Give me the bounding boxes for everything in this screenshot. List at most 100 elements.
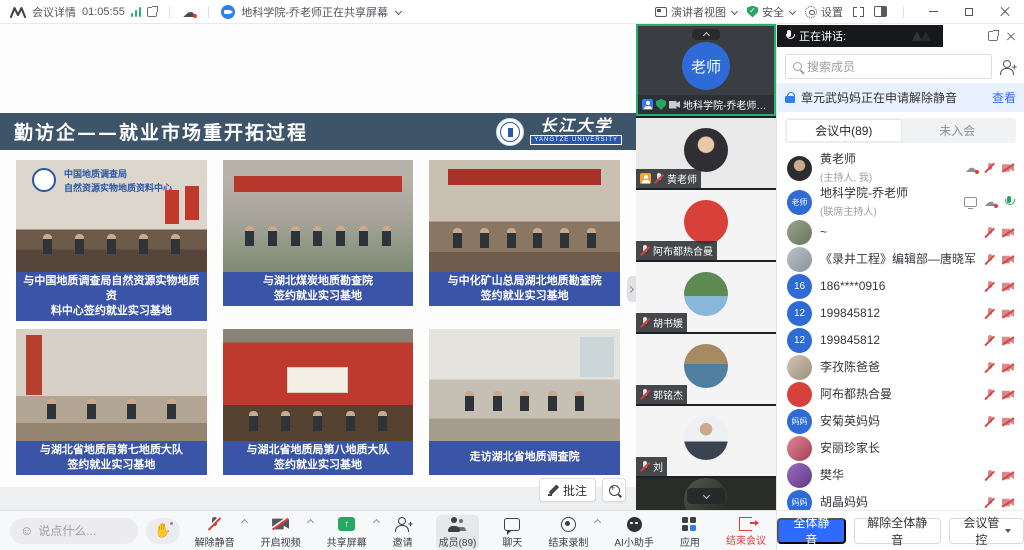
apps-icon [682, 517, 697, 532]
close-panel-icon[interactable] [1007, 32, 1016, 41]
end-meeting-button[interactable]: 结束会议 [726, 514, 766, 547]
chevron-up-icon[interactable] [594, 518, 601, 525]
member-row[interactable]: 黄老师(主持人, 我) ☁ [787, 151, 1014, 185]
mute-all-button[interactable]: 全体静音 [777, 518, 846, 544]
video-tile[interactable]: 胡书媛 [636, 262, 776, 332]
chat-button[interactable]: 聊天 [499, 515, 525, 550]
view-request-link[interactable]: 查看 [992, 89, 1016, 106]
popout-panel-icon[interactable] [988, 31, 998, 41]
video-tile[interactable]: 黄老师 [636, 118, 776, 188]
member-row[interactable]: 阿布都热合曼 [787, 381, 1014, 408]
cloud-record-icon[interactable]: ☁ [984, 196, 996, 208]
add-member-icon[interactable]: + [998, 59, 1016, 75]
host-badge-icon [640, 173, 651, 184]
camera-muted-icon[interactable] [1002, 363, 1014, 372]
start-video-button[interactable]: 开启视频 [258, 515, 304, 550]
video-tile[interactable]: 阿布都热合曼 [636, 190, 776, 260]
avatar [787, 436, 812, 461]
camera-muted-icon[interactable] [1002, 255, 1014, 264]
camera-muted-icon[interactable] [1002, 228, 1014, 237]
member-row[interactable]: 妈妈 胡晶妈妈 [787, 489, 1014, 510]
member-row[interactable]: 安丽珍家长 [787, 435, 1014, 462]
chevron-up-icon[interactable] [307, 518, 314, 525]
screen-share-icon[interactable] [964, 197, 977, 207]
annotate-button[interactable]: 批注 [539, 478, 596, 502]
stop-recording-button[interactable]: 结束录制 [545, 515, 591, 550]
meeting-details-link[interactable]: 会议详情 [32, 4, 76, 20]
popout-icon[interactable] [147, 7, 157, 17]
cloud-record-icon[interactable]: ☁ [965, 162, 977, 174]
photo-card: 与湖北省地质局第八地质大队签约就业实习基地 [223, 329, 414, 475]
maximize-button[interactable] [956, 1, 982, 23]
unmute-button[interactable]: 解除静音 [192, 515, 238, 550]
member-row[interactable]: 《录井工程》编辑部—唐晓军 [787, 246, 1014, 273]
quick-message-input[interactable]: ☺ 说点什么... [10, 518, 138, 544]
mic-muted-icon[interactable] [984, 226, 995, 239]
mic-muted-icon[interactable] [984, 388, 995, 401]
member-row[interactable]: ~ [787, 219, 1014, 246]
mic-muted-icon[interactable] [984, 334, 995, 347]
unmute-all-button[interactable]: 解除全体静音 [854, 518, 941, 544]
cloud-record-icon[interactable]: ☁ [182, 5, 196, 19]
mic-muted-icon[interactable] [984, 162, 995, 175]
security-button[interactable]: 安全 [747, 4, 795, 20]
mic-muted-icon[interactable] [984, 307, 995, 320]
member-row[interactable]: 妈妈 安菊英妈妈 [787, 408, 1014, 435]
mic-muted-icon[interactable] [984, 415, 995, 428]
camera-muted-icon[interactable] [1002, 390, 1014, 399]
member-row[interactable]: 12 199845812 [787, 327, 1014, 354]
camera-muted-icon[interactable] [1002, 336, 1014, 345]
member-row[interactable]: 李孜陈爸爸 [787, 354, 1014, 381]
mic-muted-icon[interactable] [984, 496, 995, 509]
chevron-up-icon[interactable] [373, 518, 380, 525]
exit-door-icon [739, 517, 752, 531]
close-button[interactable] [992, 1, 1018, 23]
members-button[interactable]: 成员(89) [436, 515, 480, 550]
fullscreen-icon[interactable] [853, 7, 864, 17]
chevron-down-icon[interactable] [395, 8, 402, 15]
meeting-controls-button[interactable]: 会议管控 [949, 518, 1024, 544]
collapse-down-button[interactable] [687, 488, 725, 504]
photo-caption: 与湖北省地质局第八地质大队签约就业实习基地 [223, 441, 414, 475]
mic-muted-icon[interactable] [984, 361, 995, 374]
member-row[interactable]: 16 186****0916 [787, 273, 1014, 300]
tab-not-joined[interactable]: 未入会 [901, 120, 1015, 141]
mic-muted-icon[interactable] [984, 280, 995, 293]
avatar: 12 [787, 328, 812, 353]
member-row[interactable]: 12 199845812 [787, 300, 1014, 327]
photo-card: 走访湖北省地质调查院 [429, 329, 620, 475]
member-row[interactable]: 樊华 [787, 462, 1014, 489]
ai-assistant-button[interactable]: AI小助手 [611, 515, 656, 550]
collapse-up-button[interactable] [692, 29, 720, 40]
photo-card: 中国地质调查局自然资源实物地质资料中心 与中国地质调查局自然资源实物地质资料中心… [16, 160, 207, 321]
tab-in-meeting[interactable]: 会议中(89) [787, 120, 901, 141]
settings-button[interactable]: 设置 [805, 4, 843, 20]
camera-muted-icon[interactable] [1002, 309, 1014, 318]
side-panel-toggle-icon[interactable] [874, 6, 887, 17]
mic-live-icon[interactable] [1003, 196, 1014, 209]
view-mode-button[interactable]: 演讲者视图 [655, 4, 737, 20]
apps-button[interactable]: 应用 [677, 515, 703, 550]
camera-muted-icon[interactable] [1002, 498, 1014, 507]
raise-hand-button[interactable]: ✋ [146, 518, 180, 544]
mic-muted-icon[interactable] [984, 469, 995, 482]
video-tile[interactable]: 郭铭杰 [636, 334, 776, 404]
camera-muted-icon[interactable] [1002, 164, 1014, 173]
chevron-up-icon[interactable] [241, 518, 248, 525]
video-tile-sharer[interactable]: 老师 地科学院-乔老师正... [636, 24, 776, 116]
invite-button[interactable]: +邀请 [390, 515, 416, 550]
video-tile[interactable]: 刘 [636, 406, 776, 476]
camera-muted-icon[interactable] [1002, 417, 1014, 426]
member-row[interactable]: 老师 地科学院-乔老师(联席主持人) ☁ [787, 185, 1014, 219]
search-input[interactable] [807, 60, 984, 74]
minimize-button[interactable] [920, 1, 946, 23]
mic-muted-icon[interactable] [984, 253, 995, 266]
collapse-strip-handle[interactable] [627, 276, 636, 302]
mic-muted-icon [640, 317, 650, 329]
video-tile[interactable] [636, 478, 776, 510]
share-status-text[interactable]: 地科学院-乔老师正在共享屏幕 [241, 4, 388, 20]
camera-muted-icon[interactable] [1002, 471, 1014, 480]
zoom-in-button[interactable] [602, 478, 626, 502]
share-screen-button[interactable]: ↑共享屏幕 [324, 515, 370, 550]
camera-muted-icon[interactable] [1002, 282, 1014, 291]
